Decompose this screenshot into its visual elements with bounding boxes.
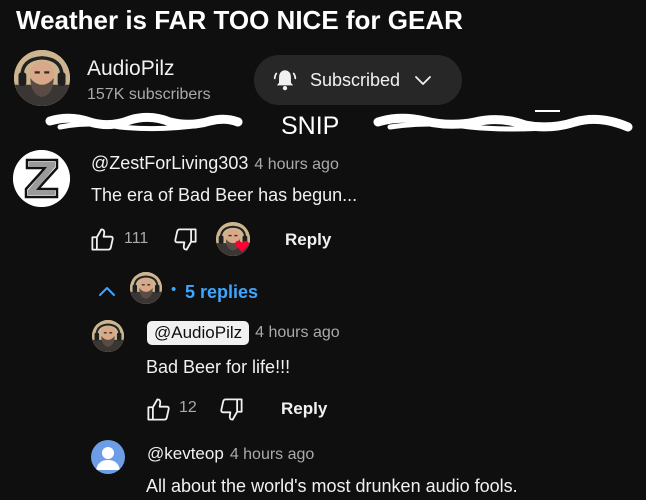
z-logo-icon [13,150,70,207]
reply-handle[interactable]: @kevteop [147,444,224,463]
subscribed-label: Subscribed [310,69,401,90]
bullet-separator: • [171,281,177,298]
like-icon[interactable] [89,226,116,253]
comment-timestamp[interactable]: 4 hours ago [254,156,339,173]
default-user-icon [96,447,120,470]
bell-icon [272,67,298,93]
reply-button[interactable]: Reply [285,230,331,250]
reply-text: Bad Beer for life!!! [146,357,291,377]
chevron-down-icon [414,71,432,89]
replies-count-link[interactable]: 5 replies [185,282,258,303]
comment-text: The era of Bad Beer has begun... [91,185,358,205]
creator-heart-badge [216,222,250,256]
like-icon[interactable] [145,396,172,423]
reply-text: All about the world's most drunken audio… [146,476,518,496]
commenter-avatar[interactable] [13,150,70,207]
reply-header: @AudioPilz 4 hours ago [147,321,340,345]
subscribed-button[interactable]: Subscribed [254,55,462,105]
like-count: 111 [124,230,149,247]
reply-like-count: 12 [179,399,197,416]
video-title: Weather is FAR TOO NICE for GEAR [16,5,463,35]
reply-header: @kevteop 4 hours ago [147,444,314,464]
reply-timestamp[interactable]: 4 hours ago [255,324,340,342]
dislike-icon[interactable] [218,396,245,423]
reply-avatar[interactable] [92,320,124,352]
comment-header: @ZestForLiving303 4 hours ago [91,153,339,174]
heart-icon [235,240,249,252]
comment-handle[interactable]: @ZestForLiving303 [91,153,248,173]
creator-handle-chip[interactable]: @AudioPilz [147,321,250,345]
channel-name[interactable]: AudioPilz [87,57,175,81]
snip-label: SNIP [281,112,340,140]
reply-timestamp[interactable]: 4 hours ago [230,446,315,463]
replies-toggle[interactable]: • 5 replies [92,272,292,308]
channel-avatar[interactable] [14,50,70,106]
reply-button[interactable]: Reply [281,399,327,419]
dislike-icon[interactable] [172,226,199,253]
chevron-up-icon [99,287,115,296]
reply-author-avatar [130,272,162,304]
avatar-image [14,50,70,106]
reply-avatar[interactable] [91,440,125,474]
